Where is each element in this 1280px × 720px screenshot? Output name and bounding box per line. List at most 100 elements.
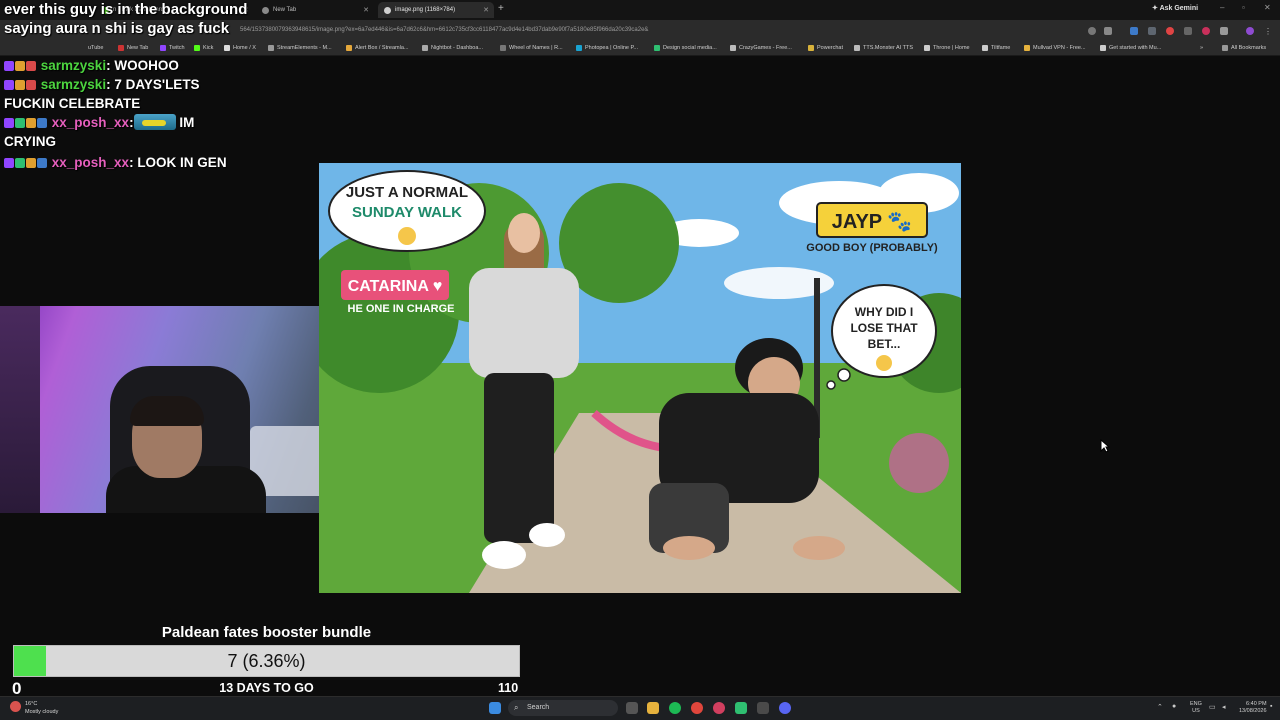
close-tab-icon[interactable]: ✕ bbox=[483, 6, 489, 14]
chat-text: LOOK IN GEN bbox=[137, 155, 227, 170]
girl-sweater bbox=[469, 268, 579, 378]
file-explorer-icon[interactable] bbox=[647, 702, 659, 714]
bookmarks-overflow-icon[interactable]: » bbox=[1200, 45, 1203, 51]
bookmark-icon bbox=[1024, 45, 1030, 51]
bookmark-item[interactable]: Alert Box / Streamla... bbox=[346, 45, 409, 51]
tab-new-tab[interactable]: New Tab ✕ bbox=[256, 2, 374, 18]
menu-icon[interactable]: ⋮ bbox=[1264, 27, 1272, 36]
image-favicon-icon bbox=[384, 6, 391, 14]
caption-right: GOOD BOY (PROBABLY) bbox=[806, 242, 938, 254]
notification-icon[interactable]: ▪ bbox=[1270, 703, 1272, 710]
girl-pants bbox=[484, 373, 554, 543]
app-icon[interactable] bbox=[757, 702, 769, 714]
restore-icon[interactable]: ▫ bbox=[1242, 3, 1245, 12]
bookmark-item[interactable]: Kick bbox=[194, 45, 213, 51]
spotify-icon[interactable] bbox=[669, 702, 681, 714]
obs-icon[interactable] bbox=[713, 702, 725, 714]
badge-icon bbox=[26, 118, 36, 128]
microphone-icon[interactable]: ● bbox=[1172, 703, 1176, 710]
bookmark-item[interactable]: Throne | Home bbox=[924, 45, 970, 51]
extension-icon[interactable] bbox=[1130, 27, 1138, 35]
bookmark-icon bbox=[808, 45, 814, 51]
folder-icon bbox=[1222, 45, 1228, 51]
minimize-icon[interactable]: – bbox=[1220, 3, 1224, 12]
badge-icon bbox=[15, 80, 25, 90]
ask-gemini-button[interactable]: ✦ Ask Gemini bbox=[1152, 4, 1198, 12]
girl-shoe bbox=[529, 523, 565, 547]
extension-icon[interactable] bbox=[1202, 27, 1210, 35]
chat-username: xx_posh_xx bbox=[51, 115, 130, 130]
bookmark-item[interactable]: Photopea | Online P... bbox=[576, 45, 638, 51]
kick-icon bbox=[194, 45, 200, 51]
goal-title: Paldean fates booster bundle bbox=[161, 624, 372, 641]
task-view-icon[interactable] bbox=[626, 702, 638, 714]
badge-icon bbox=[26, 80, 36, 90]
extension-icon[interactable] bbox=[1184, 27, 1192, 35]
thought-dot bbox=[837, 368, 851, 382]
clock[interactable]: 6:40 PM 13/08/2026 bbox=[1239, 701, 1267, 715]
bookmark-item[interactable]: Wheel of Names | R... bbox=[500, 45, 563, 51]
badge-icon bbox=[4, 158, 14, 168]
bookmark-item[interactable]: Tiltfame bbox=[982, 45, 1010, 51]
shared-image: JUST A NORMAL SUNDAY WALK CATARINA ♥ HE … bbox=[319, 163, 961, 593]
twitch-icon bbox=[160, 45, 166, 51]
url-input[interactable]: 564/1537380079363948615/image.png?ex=6a7… bbox=[240, 27, 648, 33]
star-icon[interactable] bbox=[1104, 27, 1112, 35]
bookmark-item[interactable]: Twitch bbox=[160, 45, 185, 51]
zoom-icon[interactable] bbox=[1088, 27, 1096, 35]
chat-message: xx_posh_xx: IM CRYING bbox=[4, 114, 195, 149]
goal-progress-bar: 7 (6.36%) bbox=[13, 645, 520, 677]
volume-icon[interactable]: ◂ bbox=[1222, 703, 1226, 711]
network-icon[interactable]: ▭ bbox=[1209, 703, 1216, 711]
bookmark-icon bbox=[346, 45, 352, 51]
chat-username: xx_posh_xx bbox=[51, 155, 130, 170]
bookmark-item[interactable]: Mullvad VPN - Free... bbox=[1024, 45, 1086, 51]
weather-icon[interactable] bbox=[10, 701, 21, 712]
discord-icon[interactable] bbox=[779, 702, 791, 714]
weather-widget[interactable]: 16°C Mostly cloudy bbox=[25, 700, 58, 716]
bookmark-item[interactable]: uTube bbox=[88, 45, 103, 51]
taskbar bbox=[0, 696, 1280, 720]
tab-label: image.png (1168×784) bbox=[395, 7, 456, 13]
close-window-icon[interactable]: ✕ bbox=[1264, 3, 1271, 12]
bookmark-item[interactable]: Nightbot - Dashboa... bbox=[422, 45, 483, 51]
bookmark-icon bbox=[924, 45, 930, 51]
windows-start-icon[interactable] bbox=[489, 702, 501, 714]
language-indicator[interactable]: ENG US bbox=[1190, 701, 1202, 715]
profile-avatar[interactable] bbox=[1246, 27, 1254, 35]
thought-dot bbox=[826, 380, 836, 390]
smile-emoji-icon bbox=[398, 227, 416, 245]
search-label: Search bbox=[527, 704, 550, 711]
chrome-icon[interactable] bbox=[691, 702, 703, 714]
puzzle-icon[interactable] bbox=[1220, 27, 1228, 35]
bookmark-item[interactable]: TTS.Monster AI TTS bbox=[854, 45, 913, 51]
new-tab-plus-icon[interactable]: + bbox=[498, 3, 504, 14]
badge-icon bbox=[37, 158, 47, 168]
badge-icon bbox=[15, 118, 25, 128]
extension-icon[interactable] bbox=[1166, 27, 1174, 35]
extension-icon[interactable] bbox=[1148, 27, 1156, 35]
webcam-person-hair bbox=[130, 396, 204, 426]
badge-icon bbox=[15, 158, 25, 168]
chat-message: xx_posh_xx: LOOK IN GEN bbox=[4, 153, 244, 172]
bookmark-item[interactable]: CrazyGames - Free... bbox=[730, 45, 792, 51]
bookmarks-bar bbox=[0, 42, 1280, 56]
tray-overflow-icon[interactable]: ⌃ bbox=[1157, 703, 1163, 711]
bookmark-item[interactable]: Powerchat bbox=[808, 45, 843, 51]
close-tab-icon[interactable]: ✕ bbox=[363, 6, 369, 14]
goal-max-label: 110 bbox=[498, 681, 519, 695]
bookmark-item[interactable]: New Tab bbox=[118, 45, 148, 51]
goal-days-label: 13 DAYS TO GO bbox=[219, 681, 314, 695]
bookmark-item[interactable]: Get started with Mu... bbox=[1100, 45, 1161, 51]
chat-username: sarmzyski bbox=[40, 58, 107, 73]
ask-gemini-label: Ask Gemini bbox=[1159, 5, 1199, 12]
all-bookmarks-button[interactable]: All Bookmarks bbox=[1222, 45, 1266, 51]
bookmark-icon bbox=[1100, 45, 1106, 51]
tab-image[interactable]: image.png (1168×784) ✕ bbox=[378, 2, 494, 18]
app-icon[interactable] bbox=[735, 702, 747, 714]
bookmark-item[interactable]: StreamElements - M... bbox=[268, 45, 332, 51]
bookmark-item[interactable]: Design social media... bbox=[654, 45, 717, 51]
taskbar-search[interactable] bbox=[508, 700, 618, 716]
bookmark-item[interactable]: Home / X bbox=[224, 45, 256, 51]
bookmark-icon bbox=[982, 45, 988, 51]
